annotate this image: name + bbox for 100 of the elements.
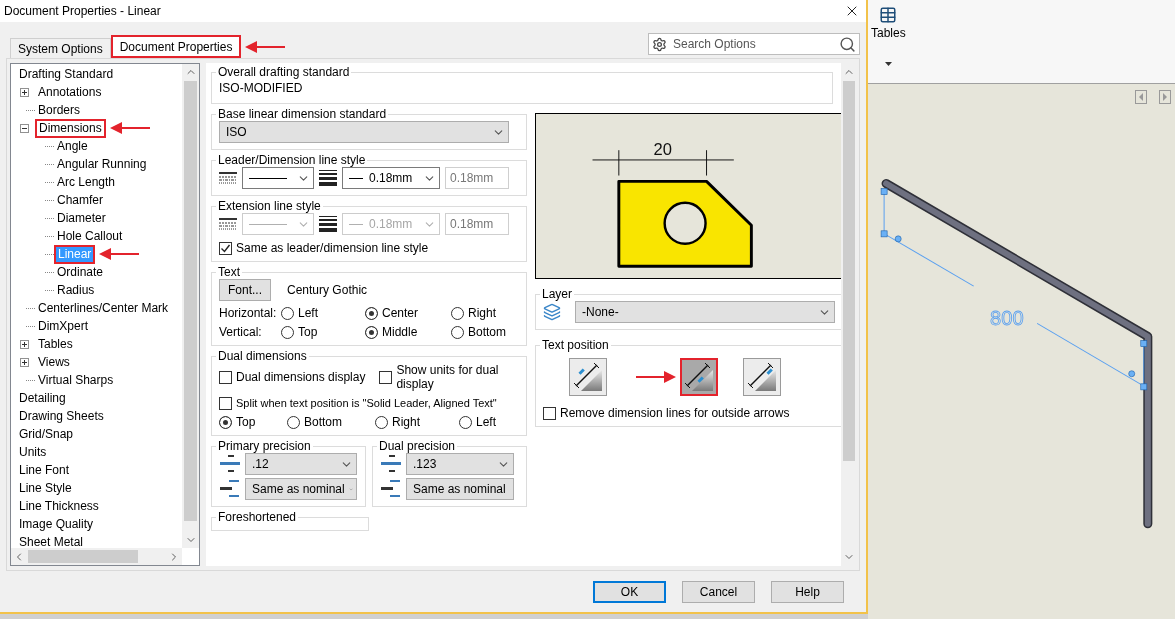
tree-item[interactable]: Views [35, 353, 73, 371]
thickness-dropdown[interactable]: 0.18mm [342, 167, 440, 189]
dimension-value: 800 [990, 307, 1024, 330]
caret-icon[interactable] [885, 62, 892, 66]
group-title: Primary precision [217, 439, 312, 453]
radio-button[interactable] [459, 415, 472, 429]
line-style-dropdown[interactable] [242, 167, 314, 189]
tree-item[interactable]: Line Thickness [16, 497, 102, 515]
callout-arrow [245, 40, 286, 53]
expand-icon[interactable] [20, 357, 29, 367]
tree-item[interactable]: Radius [54, 281, 98, 299]
checkbox[interactable] [219, 370, 232, 384]
group-title: Layer [541, 287, 574, 301]
group-title: Dual precision [378, 439, 457, 453]
settings-icon[interactable] [652, 36, 667, 52]
tree-item[interactable]: Virtual Sharps [35, 371, 117, 389]
tolerance-icon [219, 479, 241, 499]
radio-label: Top [236, 415, 256, 429]
tree-item[interactable]: Centerlines/Center Mark [35, 299, 172, 317]
search-box[interactable]: Search Options [648, 33, 860, 55]
line-style-icon [219, 217, 237, 231]
line-thickness-icon [319, 216, 337, 232]
tree-item[interactable]: Angle [54, 137, 91, 155]
table-icon [879, 6, 898, 24]
text-position-button[interactable] [680, 358, 718, 396]
dropdown[interactable]: ISO [219, 121, 509, 143]
checkbox[interactable] [219, 396, 232, 410]
group-title: Text position [541, 338, 610, 352]
radio-button[interactable] [281, 306, 294, 320]
radio-button[interactable] [287, 415, 300, 429]
radio-button[interactable] [451, 325, 464, 339]
radio-button[interactable] [375, 415, 388, 429]
dialog-button[interactable]: OK [593, 580, 666, 603]
tree-item[interactable]: Line Style [16, 479, 75, 497]
dropdown[interactable]: .123 [406, 453, 514, 475]
tolerance-icon [380, 479, 402, 499]
tree-item[interactable]: Grid/Snap [16, 425, 77, 443]
tree-item[interactable]: Chamfer [54, 191, 106, 209]
tree-item[interactable]: Units [16, 443, 50, 461]
expand-icon[interactable] [20, 87, 29, 97]
dropdown[interactable]: Same as nominal [406, 478, 514, 500]
dialog-button[interactable]: Help [771, 580, 844, 603]
tab[interactable]: Document Properties [110, 35, 242, 58]
callout-arrow [99, 248, 140, 260]
radio-label: Left [298, 306, 318, 320]
radio-button[interactable] [281, 325, 294, 339]
dialog-button[interactable]: Cancel [682, 580, 755, 603]
radio-label: Right [392, 415, 420, 429]
text-position-button[interactable] [569, 358, 607, 396]
group-title: Text [217, 265, 241, 279]
layers-icon [543, 303, 561, 321]
thickness-field[interactable]: 0.18mm [445, 167, 509, 189]
tree-item[interactable]: DimXpert [35, 317, 91, 335]
tree-item[interactable]: Borders [35, 101, 84, 119]
radio-button[interactable] [451, 306, 464, 320]
tree-item[interactable]: Detailing [16, 389, 69, 407]
tree-item[interactable]: Diameter [54, 209, 109, 227]
group-title: Foreshortened [217, 510, 298, 524]
window-title: Document Properties - Linear [4, 4, 161, 18]
radio-button[interactable] [365, 325, 378, 339]
alignment-label: Horizontal: [219, 306, 278, 320]
callout-arrow [109, 122, 150, 134]
line-thickness-icon [319, 170, 337, 186]
tree-item[interactable]: Drafting Standard [16, 65, 117, 83]
checkbox-label: Same as leader/dimension line style [236, 241, 429, 255]
alignment-label: Vertical: [219, 325, 263, 339]
collapse-icon[interactable] [20, 123, 29, 133]
tables-button[interactable]: Tables [871, 6, 906, 40]
group-title: Base linear dimension standard [217, 107, 388, 121]
radio-button[interactable] [365, 306, 378, 320]
tree-item[interactable]: Drawing Sheets [16, 407, 107, 425]
checkbox-label: Dual dimensions display [236, 370, 366, 384]
expand-icon[interactable] [20, 339, 29, 349]
text-position-button[interactable] [743, 358, 781, 396]
font-name: Century Gothic [287, 283, 368, 297]
tree-item[interactable]: Arc Length [54, 173, 119, 191]
tree-item[interactable]: Angular Running [54, 155, 150, 173]
search-icon[interactable] [839, 35, 856, 53]
dropdown[interactable]: -None- [575, 301, 835, 323]
tree-item[interactable]: Image Quality [16, 515, 97, 533]
text-position-icon [684, 362, 714, 392]
tree-item[interactable]: Tables [35, 335, 76, 353]
tree-item[interactable]: Sheet Metal [16, 533, 87, 548]
tree-item[interactable]: Annotations [35, 83, 105, 101]
tree-item[interactable]: Hole Callout [54, 227, 126, 245]
checkbox[interactable] [379, 370, 393, 384]
dropdown[interactable]: .12 [245, 453, 357, 475]
tab[interactable]: System Options [10, 38, 111, 58]
group-title: Extension line style [217, 199, 322, 213]
tree-item[interactable]: Ordinate [54, 263, 107, 281]
dropdown[interactable]: Same as nominal [245, 478, 357, 500]
radio-button[interactable] [219, 415, 232, 429]
font-button[interactable]: Font... [219, 279, 271, 301]
precision-icon [219, 454, 241, 474]
checkbox-label: Remove dimension lines for outside arrows [560, 406, 790, 420]
dimension-value: 20 [653, 140, 672, 160]
tree-item[interactable]: Line Font [16, 461, 73, 479]
search-field[interactable]: Search Options [671, 36, 835, 52]
tree-item[interactable]: Dimensions [35, 118, 106, 138]
checkbox[interactable] [543, 406, 556, 420]
